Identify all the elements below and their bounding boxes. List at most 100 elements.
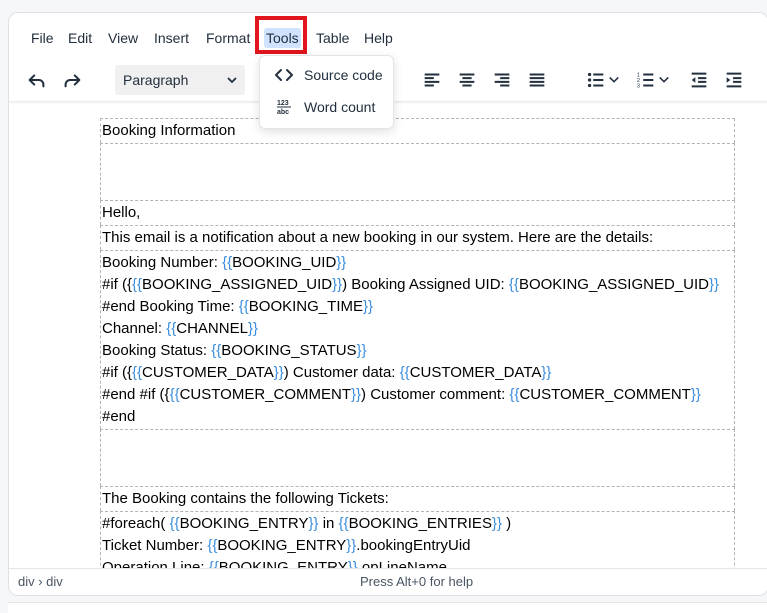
placeholder-brace: {{ (509, 386, 520, 403)
template-line: #end Booking Time: {{BOOKING_TIME}} (102, 296, 733, 318)
menu-file[interactable]: File (29, 28, 56, 48)
menu-item-source-code[interactable]: Source code (260, 60, 393, 90)
empty-row[interactable] (100, 143, 735, 200)
placeholder-brace: }} (351, 386, 362, 403)
placeholder-brace: }} (247, 320, 258, 337)
template-line: Booking Number: {{BOOKING_UID}} (102, 252, 733, 274)
tickets-intro-text: The Booking contains the following Ticke… (102, 490, 389, 507)
email-template-body[interactable]: Booking Information Hello, This email is… (100, 118, 735, 568)
template-text: #if ({ (102, 364, 133, 381)
tools-dropdown-menu: Source code 123 abc Word count (259, 55, 394, 129)
template-text: CUSTOMER_COMMENT (179, 386, 351, 403)
template-text: BOOKING_ENTRY (218, 559, 348, 568)
template-text: CUSTOMER_DATA (409, 364, 542, 381)
statusbar: div › div Press Alt+0 for help (9, 568, 767, 595)
template-text: ) Customer comment: (361, 386, 510, 403)
menubar: File Edit View Insert Format Tools Table… (9, 13, 767, 61)
empty-row[interactable] (100, 429, 735, 486)
foreach-row[interactable]: #foreach( {{BOOKING_ENTRY}} in {{BOOKING… (100, 511, 735, 568)
justify-icon[interactable] (522, 65, 552, 95)
outdent-icon[interactable] (684, 65, 714, 95)
template-text: .opLineName (357, 559, 447, 568)
indent-icon[interactable] (719, 65, 749, 95)
template-line: #foreach( {{BOOKING_ENTRY}} in {{BOOKING… (102, 513, 733, 535)
placeholder-brace: }} (336, 254, 347, 271)
template-line: Booking Status: {{BOOKING_STATUS}} (102, 340, 733, 362)
intro-text: This email is a notification about a new… (102, 229, 654, 246)
greeting-text: Hello, (102, 204, 141, 221)
template-text: CHANNEL (176, 320, 248, 337)
placeholder-brace: {{ (338, 515, 349, 532)
heading-row[interactable]: Booking Information (100, 118, 735, 143)
placeholder-brace: {{ (399, 364, 410, 381)
details-row[interactable]: Booking Number: {{BOOKING_UID}} #if ({{{B… (100, 250, 735, 429)
template-line: Channel: {{CHANNEL}} (102, 318, 733, 340)
placeholder-brace: {{ (208, 559, 219, 568)
template-text: Operation Line: (102, 559, 209, 568)
template-text: ) Customer data: (283, 364, 400, 381)
placeholder-brace: }} (347, 559, 358, 568)
placeholder-brace: {{ (169, 386, 180, 403)
template-line: Operation Line: {{BOOKING_ENTRY}}.opLine… (102, 557, 733, 568)
placeholder-brace: }} (273, 364, 284, 381)
template-text: #end Booking Time: (102, 298, 239, 315)
tools-highlight-box (255, 16, 307, 54)
placeholder-brace: }} (690, 386, 701, 403)
placeholder-brace: }} (332, 276, 343, 293)
rich-text-editor: File Edit View Insert Format Tools Table… (8, 12, 767, 596)
template-text: BOOKING_ASSIGNED_UID (518, 276, 709, 293)
greeting-row[interactable]: Hello, (100, 200, 735, 225)
template-text: Ticket Number: (102, 537, 208, 554)
placeholder-brace: {{ (222, 254, 233, 271)
align-center-icon[interactable] (452, 65, 482, 95)
placeholder-brace: }} (346, 537, 357, 554)
template-text: BOOKING_TIME (248, 298, 363, 315)
placeholder-brace: {{ (132, 364, 143, 381)
template-text: CUSTOMER_DATA (142, 364, 274, 381)
placeholder-brace: }} (491, 515, 502, 532)
menu-table[interactable]: Table (314, 28, 351, 48)
editor-content[interactable]: Booking Information Hello, This email is… (9, 104, 767, 568)
template-text: BOOKING_ENTRY (179, 515, 309, 532)
word-count-label: Word count (304, 99, 376, 115)
template-line: #if ({{{BOOKING_ASSIGNED_UID}}) Booking … (102, 274, 733, 296)
template-text: #end (102, 408, 136, 425)
menu-view[interactable]: View (106, 28, 140, 48)
placeholder-brace: {{ (238, 298, 249, 315)
template-text: ) (501, 515, 512, 532)
template-line: #end #if ({{{CUSTOMER_COMMENT}}) Custome… (102, 384, 733, 406)
placeholder-brace: {{ (211, 342, 222, 359)
placeholder-brace: {{ (132, 276, 143, 293)
word-count-icon: 123 abc (277, 100, 291, 116)
align-right-icon[interactable] (487, 65, 517, 95)
intro-row[interactable]: This email is a notification about a new… (100, 225, 735, 250)
template-text: #foreach( (102, 515, 170, 532)
menu-help[interactable]: Help (362, 28, 395, 48)
template-text: .bookingEntryUid (356, 537, 471, 554)
placeholder-brace: }} (308, 515, 319, 532)
template-text: Booking Status: (102, 342, 212, 359)
redo-icon[interactable] (57, 65, 87, 95)
template-line: #if ({{{CUSTOMER_DATA}}) Customer data: … (102, 362, 733, 384)
template-text: #end #if ({ (102, 386, 170, 403)
template-text: in (318, 515, 339, 532)
block-format-select[interactable]: Paragraph (115, 65, 245, 95)
menu-edit[interactable]: Edit (66, 28, 94, 48)
menu-insert[interactable]: Insert (152, 28, 191, 48)
placeholder-brace: {{ (166, 320, 177, 337)
element-path[interactable]: div › div (18, 569, 63, 595)
tickets-intro-row[interactable]: The Booking contains the following Ticke… (100, 486, 735, 511)
template-text: CUSTOMER_COMMENT (519, 386, 691, 403)
svg-text:3: 3 (637, 83, 640, 89)
placeholder-brace: {{ (207, 537, 218, 554)
template-text: #if ({ (102, 276, 133, 293)
numbered-list-chevron-icon[interactable] (656, 65, 672, 95)
placeholder-brace: }} (709, 276, 720, 293)
menu-format[interactable]: Format (204, 28, 252, 48)
undo-icon[interactable] (22, 65, 52, 95)
menu-item-word-count[interactable]: 123 abc Word count (260, 92, 393, 122)
placeholder-brace: {{ (508, 276, 519, 293)
word-count-icon-letters: abc (277, 109, 289, 116)
align-left-icon[interactable] (417, 65, 447, 95)
bullet-list-chevron-icon[interactable] (606, 65, 622, 95)
